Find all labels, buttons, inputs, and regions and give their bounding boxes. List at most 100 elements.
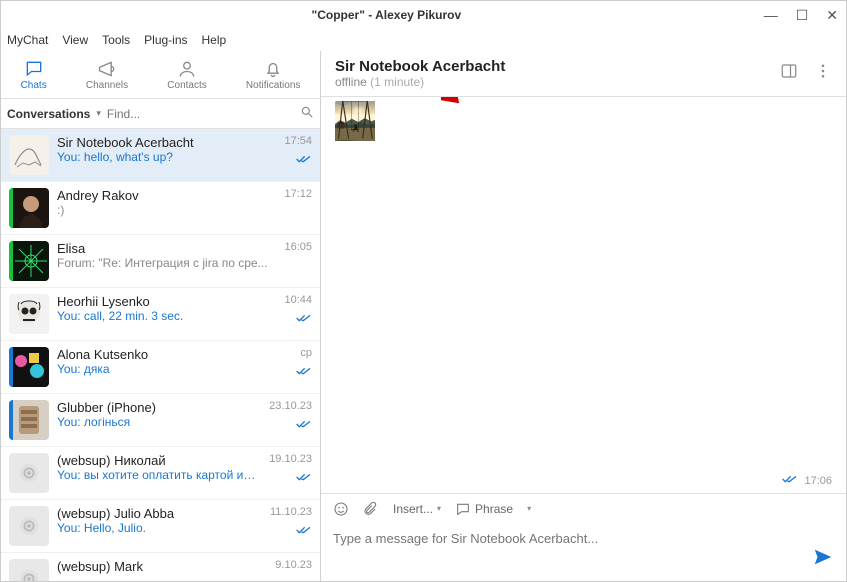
search-icon[interactable] bbox=[300, 105, 314, 122]
conversation-name: Andrey Rakov bbox=[57, 188, 276, 203]
conversation-time: 17:12 bbox=[284, 188, 312, 200]
phrase-button[interactable]: Phrase ▾ bbox=[455, 501, 531, 517]
chat-panel: Sir Notebook Acerbacht offline (1 minute… bbox=[321, 51, 846, 581]
conversation-name: Alona Kutsenko bbox=[57, 347, 288, 362]
conversation-time: 17:54 bbox=[284, 135, 312, 147]
send-button[interactable] bbox=[812, 546, 834, 573]
bell-icon bbox=[263, 59, 283, 79]
chat-header: Sir Notebook Acerbacht offline (1 minute… bbox=[321, 51, 846, 97]
emoji-button[interactable] bbox=[333, 501, 349, 517]
conversation-name: (websup) Николай bbox=[57, 453, 261, 468]
more-menu-button[interactable] bbox=[814, 62, 832, 85]
read-checks-icon bbox=[782, 474, 798, 487]
conversation-name: Elisa bbox=[57, 241, 276, 256]
conversation-item[interactable]: ElisaForum: "Re: Интеграция с jira по ср… bbox=[1, 235, 320, 288]
tab-notifications-label: Notifications bbox=[246, 80, 300, 91]
chevron-down-icon[interactable]: ▾ bbox=[96, 108, 101, 119]
read-checks-icon bbox=[296, 310, 312, 328]
chat-body[interactable]: 17:06 bbox=[321, 97, 846, 493]
chat-status-detail: (1 minute) bbox=[370, 75, 424, 89]
maximize-button[interactable]: ☐ bbox=[796, 7, 809, 24]
tab-notifications[interactable]: Notifications bbox=[246, 59, 300, 91]
photo-message[interactable] bbox=[335, 101, 645, 493]
chats-icon bbox=[24, 59, 44, 79]
conversation-preview: You: hello, what's up? bbox=[57, 150, 276, 164]
chat-status-text: offline bbox=[335, 75, 367, 89]
conversation-name: Sir Notebook Acerbacht bbox=[57, 135, 276, 150]
conversation-time: 19.10.23 bbox=[269, 453, 312, 465]
menu-view[interactable]: View bbox=[62, 33, 88, 47]
tab-chats[interactable]: Chats bbox=[21, 59, 47, 91]
channels-icon bbox=[97, 59, 117, 79]
conversation-time: 16:05 bbox=[284, 241, 312, 253]
conversation-item[interactable]: Alona KutsenkoYou: дяка ср bbox=[1, 341, 320, 394]
conversation-time: 23.10.23 bbox=[269, 400, 312, 412]
conversation-item[interactable]: Glubber (iPhone)You: логінься23.10.23 bbox=[1, 394, 320, 447]
avatar bbox=[9, 400, 49, 440]
message-meta: 17:06 bbox=[782, 474, 832, 487]
conversation-time: 9.10.23 bbox=[275, 559, 312, 571]
menu-tools[interactable]: Tools bbox=[102, 33, 130, 47]
avatar bbox=[9, 294, 49, 334]
avatar bbox=[9, 241, 49, 281]
tab-chats-label: Chats bbox=[21, 80, 47, 91]
conversation-preview: You: call, 22 min. 3 sec. bbox=[57, 309, 276, 323]
avatar bbox=[9, 506, 49, 546]
minimize-button[interactable]: — bbox=[764, 7, 778, 24]
conversation-list[interactable]: Sir Notebook AcerbachtYou: hello, what's… bbox=[1, 129, 320, 581]
left-panel: Chats Channels Contacts Notifications Co… bbox=[1, 51, 321, 581]
conversation-time: ср bbox=[300, 347, 312, 359]
panel-toggle-button[interactable] bbox=[780, 62, 798, 85]
window-title: "Copper" - Alexey Pikurov bbox=[9, 8, 764, 22]
avatar bbox=[9, 135, 49, 175]
contacts-icon bbox=[177, 59, 197, 79]
conversation-item[interactable]: (websup) НиколайYou: вы хотите оплатить … bbox=[1, 447, 320, 500]
conversation-time: 11.10.23 bbox=[270, 506, 312, 518]
message-time: 17:06 bbox=[804, 475, 832, 487]
conversation-item[interactable]: Sir Notebook AcerbachtYou: hello, what's… bbox=[1, 129, 320, 182]
tab-channels[interactable]: Channels bbox=[86, 59, 128, 91]
insert-button[interactable]: Insert...▾ bbox=[393, 502, 441, 516]
chat-contact-name: Sir Notebook Acerbacht bbox=[335, 58, 780, 75]
compose-area bbox=[321, 523, 846, 581]
window-controls: — ☐ ✕ bbox=[764, 7, 838, 24]
conversation-preview: You: дяка bbox=[57, 362, 288, 376]
conversation-name: (websup) Julio Abba bbox=[57, 506, 262, 521]
filter-label[interactable]: Conversations bbox=[7, 107, 90, 121]
conversation-item[interactable]: Heorhii LysenkoYou: call, 22 min. 3 sec.… bbox=[1, 288, 320, 341]
conversation-item[interactable]: (websup) Julio AbbaYou: Hello, Julio. 11.… bbox=[1, 500, 320, 553]
chat-status: offline (1 minute) bbox=[335, 75, 780, 89]
tab-contacts-label: Contacts bbox=[167, 80, 206, 91]
input-toolbar: Insert...▾ Phrase ▾ bbox=[321, 493, 846, 523]
search-input[interactable] bbox=[107, 107, 294, 121]
menu-plugins[interactable]: Plug-ins bbox=[144, 33, 187, 47]
read-checks-icon bbox=[296, 469, 312, 487]
conversation-item[interactable]: (websup) Mark 9.10.23 bbox=[1, 553, 320, 581]
conversation-preview: You: вы хотите оплатить картой или ... bbox=[57, 468, 261, 482]
menu-help[interactable]: Help bbox=[202, 33, 227, 47]
tab-contacts[interactable]: Contacts bbox=[167, 59, 206, 91]
avatar bbox=[9, 453, 49, 493]
avatar bbox=[9, 347, 49, 387]
avatar bbox=[9, 188, 49, 228]
read-checks-icon bbox=[296, 416, 312, 434]
conversation-preview: You: Hello, Julio. bbox=[57, 521, 262, 535]
conversation-name: Heorhii Lysenko bbox=[57, 294, 276, 309]
message-input[interactable] bbox=[333, 531, 812, 546]
read-checks-icon bbox=[296, 151, 312, 169]
conversation-item[interactable]: Andrey Rakov:) 17:12 bbox=[1, 182, 320, 235]
attach-button[interactable] bbox=[363, 501, 379, 517]
conversation-name: Glubber (iPhone) bbox=[57, 400, 261, 415]
left-toolbar: Chats Channels Contacts Notifications bbox=[1, 51, 320, 99]
close-button[interactable]: ✕ bbox=[826, 7, 838, 24]
conversation-preview: :) bbox=[57, 203, 276, 217]
conversation-preview: Forum: "Re: Интеграция с jira по сре... bbox=[57, 256, 276, 270]
menubar: MyChat View Tools Plug-ins Help bbox=[1, 29, 846, 51]
avatar bbox=[9, 559, 49, 581]
filter-bar: Conversations ▾ bbox=[1, 99, 320, 129]
conversation-time: 10:44 bbox=[284, 294, 312, 306]
menu-mychat[interactable]: MyChat bbox=[7, 33, 48, 47]
read-checks-icon bbox=[296, 363, 312, 381]
conversation-name: (websup) Mark bbox=[57, 559, 267, 574]
read-checks-icon bbox=[296, 522, 312, 540]
